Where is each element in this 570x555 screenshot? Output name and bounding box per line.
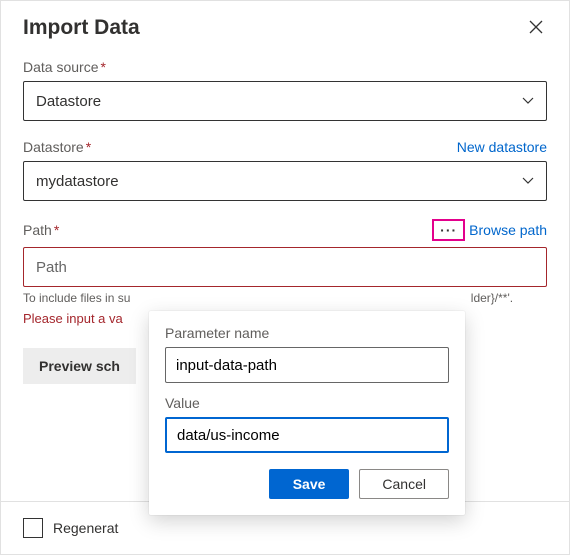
path-input[interactable] <box>23 247 547 287</box>
parameter-value-input[interactable] <box>165 417 449 453</box>
cancel-button[interactable]: Cancel <box>359 469 449 499</box>
data-source-label: Data source* <box>23 59 106 75</box>
parameter-name-input[interactable] <box>165 347 449 383</box>
parameter-name-label: Parameter name <box>165 325 449 341</box>
preview-schema-button[interactable]: Preview sch <box>23 348 136 384</box>
regenerate-checkbox[interactable] <box>23 518 43 538</box>
browse-path-link[interactable]: Browse path <box>469 222 547 238</box>
parameter-value-label: Value <box>165 395 449 411</box>
save-button[interactable]: Save <box>269 469 350 499</box>
path-field: Path* ··· Browse path To include files i… <box>23 219 547 326</box>
path-hint: To include files in su _________________… <box>23 291 547 305</box>
path-label: Path* <box>23 222 59 238</box>
datastore-field: Datastore* New datastore mydatastore <box>23 139 547 201</box>
data-source-field: Data source* Datastore <box>23 59 547 121</box>
close-icon[interactable] <box>525 15 547 41</box>
import-data-dialog: Import Data Data source* Datastore Datas <box>0 0 570 555</box>
data-source-select[interactable]: Datastore <box>23 81 547 121</box>
datastore-value: mydatastore <box>36 173 119 190</box>
new-datastore-link[interactable]: New datastore <box>457 139 547 155</box>
parameter-popover: Parameter name Value Save Cancel <box>149 311 465 515</box>
chevron-down-icon <box>522 94 534 108</box>
path-more-button[interactable]: ··· <box>432 219 465 241</box>
dialog-title: Import Data <box>23 16 140 40</box>
datastore-select[interactable]: mydatastore <box>23 161 547 201</box>
data-source-value: Datastore <box>36 93 101 110</box>
chevron-down-icon <box>522 174 534 188</box>
datastore-label: Datastore* <box>23 139 91 155</box>
dialog-header: Import Data <box>1 1 569 53</box>
regenerate-label: Regenerat <box>53 520 118 536</box>
